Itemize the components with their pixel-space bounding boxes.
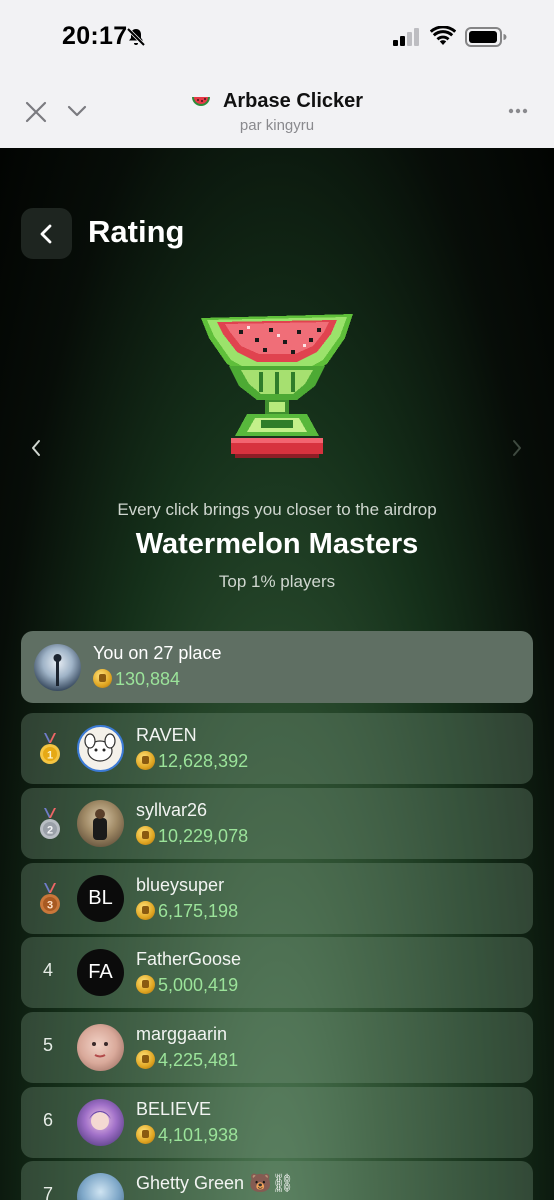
player-score: 10,229,078 — [136, 826, 248, 847]
player-score: 4,101,938 — [136, 1125, 238, 1146]
list-item[interactable]: 5 marggaarin 4,225,481 — [21, 1012, 533, 1083]
coin-icon — [136, 751, 155, 770]
player-score: 12,628,392 — [136, 751, 248, 772]
back-button[interactable] — [21, 208, 72, 259]
bronze-medal-icon: 3 — [40, 883, 60, 914]
more-options-icon[interactable] — [508, 108, 528, 114]
coin-icon — [93, 669, 112, 688]
player-score-value: 12,628,392 — [158, 751, 249, 771]
player-score-value: 10,229,078 — [158, 826, 249, 846]
gold-medal-icon: 1 — [40, 733, 60, 764]
list-item[interactable]: 6 BELIEVE 4,101,938 — [21, 1087, 533, 1158]
page-title: Rating — [88, 214, 185, 249]
player-score-value: 6,175,198 — [158, 901, 239, 921]
list-item[interactable]: 7 Ghetty Green 🐻⛓ — [21, 1161, 533, 1200]
league-subtitle: Top 1% players — [218, 572, 336, 591]
avatar — [77, 1024, 124, 1071]
player-name: syllvar26 — [136, 800, 208, 820]
list-item[interactable]: 1 RAVEN 12,628,392 — [21, 713, 533, 784]
app-title: Arbase Clicker — [0, 90, 554, 113]
league-name: Watermelon Masters — [135, 528, 419, 560]
rank-number: 4 — [42, 960, 53, 980]
list-item[interactable]: 4 FA FatherGoose 5,000,419 — [21, 937, 533, 1008]
previous-league-icon[interactable] — [30, 438, 42, 458]
battery-icon — [465, 27, 507, 47]
avatar — [77, 1173, 124, 1200]
app-subtitle: par kingyru — [239, 117, 315, 134]
player-name: FatherGoose — [136, 949, 242, 969]
svg-text:1: 1 — [47, 750, 53, 762]
chevron-left-icon — [40, 224, 52, 244]
app-title-text: Arbase Clicker — [222, 90, 364, 112]
avatar: FA — [77, 949, 124, 996]
player-score-value: 5,000,419 — [158, 975, 239, 995]
status-time: 20:17 — [62, 22, 128, 50]
next-league-icon[interactable] — [511, 438, 523, 458]
main-content: Rating Every click brings you closer to … — [0, 148, 554, 1200]
svg-text:2: 2 — [47, 825, 53, 837]
my-rank-label: You on 27 place — [93, 643, 222, 663]
player-name: BELIEVE — [136, 1099, 212, 1119]
my-score-value: 130,884 — [115, 669, 181, 689]
avatar — [77, 725, 124, 772]
coin-icon — [136, 826, 155, 845]
my-avatar — [34, 644, 81, 691]
league-tagline: Every click brings you closer to the air… — [117, 500, 437, 519]
avatar: BL — [77, 875, 124, 922]
player-name: blueysuper — [136, 875, 225, 895]
player-score-value: 4,101,938 — [158, 1125, 239, 1145]
cellular-signal-icon — [393, 28, 419, 46]
avatar — [77, 800, 124, 847]
player-name: Ghetty Green 🐻⛓ — [136, 1173, 295, 1193]
coin-icon — [136, 975, 155, 994]
player-name: marggaarin — [136, 1024, 228, 1044]
silver-medal-icon: 2 — [40, 808, 60, 839]
avatar — [77, 1099, 124, 1146]
player-name: RAVEN — [136, 725, 197, 745]
player-score: 4,225,481 — [136, 1050, 238, 1071]
coin-icon — [136, 1125, 155, 1144]
bell-muted-icon — [126, 27, 146, 47]
coin-icon — [136, 1050, 155, 1069]
watermelon-icon — [191, 97, 210, 106]
player-score-value: 4,225,481 — [158, 1050, 239, 1070]
wifi-icon — [430, 26, 456, 45]
player-score: 5,000,419 — [136, 975, 238, 996]
status-bar: 20:17 — [0, 0, 554, 72]
my-rank-card[interactable]: You on 27 place 130,884 — [21, 631, 533, 703]
list-item[interactable]: 3 BL blueysuper 6,175,198 — [21, 863, 533, 934]
list-item[interactable]: 2 syllvar26 10,229,078 — [21, 788, 533, 859]
rank-number: 7 — [42, 1184, 53, 1200]
svg-text:3: 3 — [47, 900, 53, 912]
rank-number: 5 — [42, 1035, 53, 1055]
rank-number: 6 — [42, 1110, 53, 1130]
my-score: 130,884 — [93, 669, 180, 690]
watermelon-trophy-icon — [201, 314, 353, 458]
coin-icon — [136, 901, 155, 920]
player-score: 6,175,198 — [136, 901, 238, 922]
